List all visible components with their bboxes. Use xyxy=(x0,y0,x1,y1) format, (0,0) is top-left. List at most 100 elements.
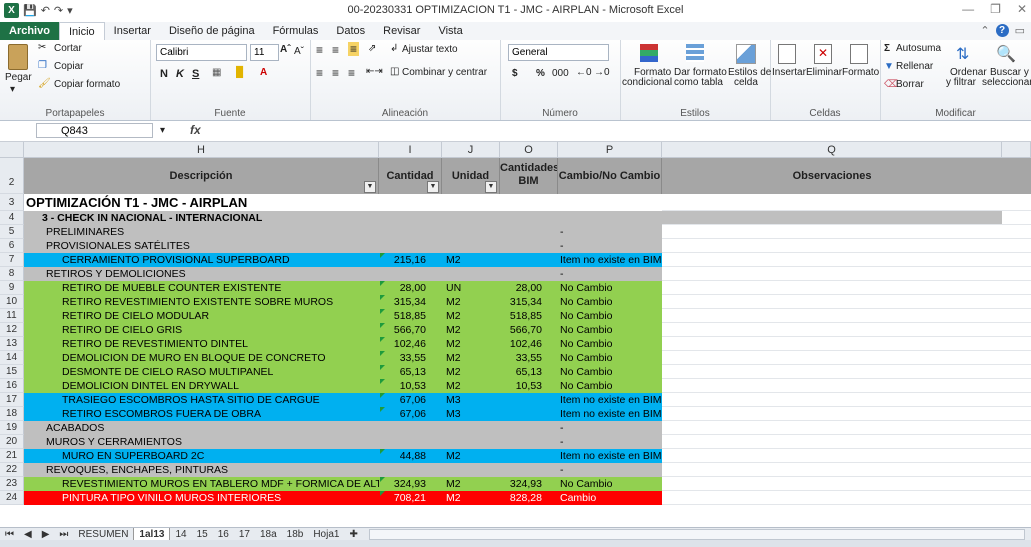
cell-cambio[interactable]: Item no existe en BIM xyxy=(558,253,662,267)
column-header-q[interactable]: Q xyxy=(662,142,1002,158)
cell-unidad[interactable] xyxy=(442,421,500,435)
cell-extra[interactable] xyxy=(1002,239,1031,253)
cell-extra[interactable] xyxy=(1002,309,1031,323)
cell-cantidad[interactable]: 67,06 xyxy=(379,407,442,421)
cell-descripcion[interactable]: RETIRO DE MUEBLE COUNTER EXISTENTE xyxy=(24,281,379,295)
format-button[interactable]: Formato xyxy=(842,67,879,78)
cell-cambio[interactable]: No Cambio xyxy=(558,337,662,351)
cell-unidad[interactable]: M2 xyxy=(442,337,500,351)
row-header[interactable]: 4 xyxy=(0,211,24,225)
cell-cantidad[interactable]: 65,13 xyxy=(379,365,442,379)
cell-cambio[interactable] xyxy=(558,194,662,211)
cell-observaciones[interactable] xyxy=(662,281,1002,295)
cell-descripcion[interactable]: DEMOLICION DINTEL EN DRYWALL xyxy=(24,379,379,393)
table-format-button-line2[interactable]: como tabla xyxy=(674,77,723,88)
cell-descripcion[interactable]: RETIRO DE CIELO MODULAR xyxy=(24,309,379,323)
cell-cantidad[interactable]: 215,16 xyxy=(379,253,442,267)
merge-center-button[interactable]: Combinar y centrar xyxy=(402,67,487,78)
cell-extra[interactable] xyxy=(1002,253,1031,267)
cell-observaciones[interactable] xyxy=(662,365,1002,379)
cell-cantidades-bim[interactable]: 102,46 xyxy=(500,337,558,351)
cell-observaciones[interactable] xyxy=(662,239,1002,253)
row-header[interactable]: 10 xyxy=(0,295,24,309)
cell-cantidades-bim[interactable] xyxy=(500,435,558,449)
name-box-dropdown-icon[interactable]: ▾ xyxy=(160,125,165,136)
increase-decimal-icon[interactable]: ←0 xyxy=(576,67,592,78)
cell-unidad[interactable]: M2 xyxy=(442,309,500,323)
cell-observaciones[interactable] xyxy=(662,449,1002,463)
cell-cantidades-bim[interactable] xyxy=(500,421,558,435)
underline-button[interactable]: S xyxy=(192,68,199,80)
header-unidad[interactable]: Unidad ▼ xyxy=(442,158,500,194)
cell-cambio[interactable]: Item no existe en BIM xyxy=(558,449,662,463)
cell-cantidades-bim[interactable] xyxy=(500,194,558,211)
cell-cantidades-bim[interactable]: 566,70 xyxy=(500,323,558,337)
cell-descripcion[interactable]: OPTIMIZACIÓN T1 - JMC - AIRPLAN xyxy=(24,194,379,211)
format-cells-icon[interactable] xyxy=(850,44,868,64)
column-header-next[interactable] xyxy=(1002,142,1031,158)
cell-descripcion[interactable]: PROVISIONALES SATÉLITES xyxy=(24,239,379,253)
merge-icon[interactable]: ◫ xyxy=(390,66,399,77)
format-painter-icon[interactable]: 🖌 xyxy=(38,78,51,89)
cell-unidad[interactable]: M3 xyxy=(442,407,500,421)
row-header[interactable]: 14 xyxy=(0,351,24,365)
cell-cambio[interactable]: No Cambio xyxy=(558,309,662,323)
cell-unidad[interactable]: M2 xyxy=(442,491,500,505)
cell-observaciones[interactable] xyxy=(662,194,1002,211)
cell-descripcion[interactable]: DESMONTE DE CIELO RASO MULTIPANEL xyxy=(24,365,379,379)
cell-descripcion[interactable]: 3 - CHECK IN NACIONAL - INTERNACIONAL xyxy=(24,211,379,225)
cell-cambio[interactable]: - xyxy=(558,463,662,477)
copy-icon[interactable]: ❐ xyxy=(38,60,47,71)
cell-cantidades-bim[interactable]: 518,85 xyxy=(500,309,558,323)
number-format-select[interactable]: General xyxy=(508,44,609,61)
paste-button[interactable]: Pegar xyxy=(5,72,32,83)
sort-filter-icon[interactable]: ⇅ xyxy=(956,44,969,64)
font-shrink-icon[interactable]: Aˇ xyxy=(294,46,304,57)
sort-filter-button-line2[interactable]: y filtrar xyxy=(946,77,976,88)
cell-unidad[interactable] xyxy=(442,211,500,225)
wrap-text-icon[interactable]: ↲ xyxy=(390,43,398,54)
column-header-j[interactable]: J xyxy=(442,142,500,158)
row-header[interactable]: 12 xyxy=(0,323,24,337)
cell-cambio[interactable]: No Cambio xyxy=(558,365,662,379)
cut-button[interactable]: Cortar xyxy=(54,43,82,54)
cell-observaciones[interactable] xyxy=(662,491,1002,505)
cell-unidad[interactable]: M2 xyxy=(442,351,500,365)
cell-cantidad[interactable]: 315,34 xyxy=(379,295,442,309)
cell-cambio[interactable]: No Cambio xyxy=(558,323,662,337)
cell-extra[interactable] xyxy=(1002,323,1031,337)
font-size-select[interactable]: 11 xyxy=(250,44,279,61)
cell-observaciones[interactable] xyxy=(662,253,1002,267)
minimize-icon[interactable]: — xyxy=(962,2,974,16)
column-header-i[interactable]: I xyxy=(379,142,442,158)
cell-cambio[interactable]: - xyxy=(558,421,662,435)
cell-cantidad[interactable]: 708,21 xyxy=(379,491,442,505)
paste-dropdown-icon[interactable]: ▾ xyxy=(10,84,15,95)
cell-unidad[interactable]: M2 xyxy=(442,295,500,309)
find-select-icon[interactable]: 🔍 xyxy=(996,44,1016,64)
cell-observaciones[interactable] xyxy=(662,295,1002,309)
cell-cantidad[interactable] xyxy=(379,435,442,449)
cell-extra[interactable] xyxy=(1002,211,1031,225)
filter-dropdown-icon[interactable]: ▼ xyxy=(485,181,497,193)
insert-function-icon[interactable]: fx xyxy=(190,123,201,137)
row-header[interactable]: 23 xyxy=(0,477,24,491)
fill-button[interactable]: Rellenar xyxy=(896,61,933,72)
find-select-button-line2[interactable]: seleccionar xyxy=(982,77,1031,88)
table-format-icon[interactable] xyxy=(686,44,704,62)
row-header[interactable]: 21 xyxy=(0,449,24,463)
ribbon-minimize-icon[interactable]: ⌃ xyxy=(980,24,989,37)
cell-descripcion[interactable]: REVESTIMIENTO MUROS EN TABLERO MDF + FOR… xyxy=(24,477,379,491)
cell-unidad[interactable] xyxy=(442,463,500,477)
cell-descripcion[interactable]: CERRAMIENTO PROVISIONAL SUPERBOARD xyxy=(24,253,379,267)
cell-observaciones[interactable] xyxy=(662,323,1002,337)
cell-cantidad[interactable] xyxy=(379,267,442,281)
cell-cambio[interactable]: Item no existe en BIM xyxy=(558,393,662,407)
cell-extra[interactable] xyxy=(1002,421,1031,435)
cell-styles-button-line2[interactable]: celda xyxy=(734,77,758,88)
orientation-icon[interactable]: ⇗ xyxy=(368,43,376,54)
cell-cantidad[interactable] xyxy=(379,211,442,225)
header-cambio[interactable]: Cambio/No Cambio xyxy=(558,158,662,194)
cell-descripcion[interactable]: PINTURA TIPO VINILO MUROS INTERIORES xyxy=(24,491,379,505)
cell-descripcion[interactable]: TRASIEGO ESCOMBROS HASTA SITIO DE CARGUE xyxy=(24,393,379,407)
